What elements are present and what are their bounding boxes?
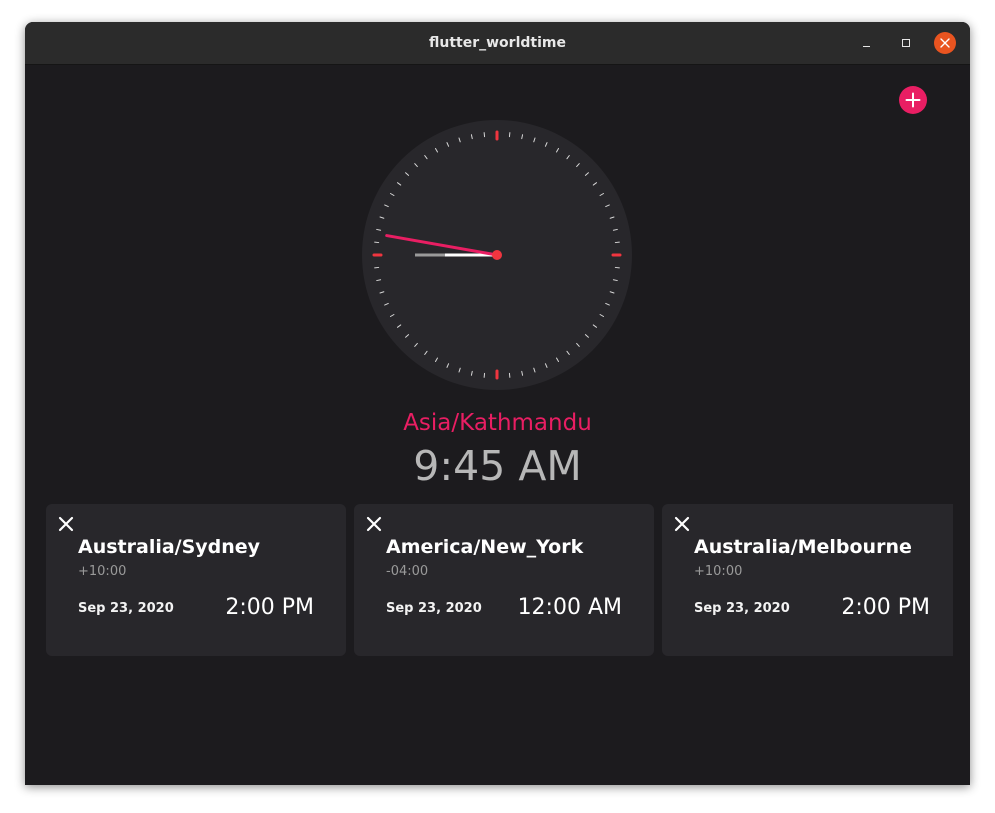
minimize-button[interactable] <box>855 32 877 54</box>
timezone-card-list[interactable]: Australia/Sydney +10:00 Sep 23, 2020 2:0… <box>46 504 953 656</box>
maximize-button[interactable] <box>895 32 917 54</box>
card-offset: +10:00 <box>694 564 743 579</box>
card-offset: +10:00 <box>78 564 127 579</box>
card-date: Sep 23, 2020 <box>78 601 174 616</box>
add-timezone-button[interactable] <box>899 86 927 114</box>
card-time: 2:00 PM <box>225 595 314 620</box>
close-window-button[interactable] <box>934 32 956 54</box>
window-title: flutter_worldtime <box>429 35 566 51</box>
current-zone-time: 9:45 AM <box>413 442 582 490</box>
card-date: Sep 23, 2020 <box>694 601 790 616</box>
close-icon[interactable] <box>366 516 382 532</box>
card-city: Australia/Sydney <box>78 536 261 558</box>
maximize-icon <box>902 39 910 47</box>
minimize-icon <box>862 45 870 47</box>
card-city: America/New_York <box>386 536 584 558</box>
card-offset: -04:00 <box>386 564 429 579</box>
timezone-card[interactable]: Australia/Melbourne +10:00 Sep 23, 2020 … <box>662 504 953 656</box>
close-icon[interactable] <box>58 516 74 532</box>
close-icon[interactable] <box>674 516 690 532</box>
current-zone-name: Asia/Kathmandu <box>403 410 592 436</box>
close-icon <box>940 38 950 48</box>
plus-icon <box>905 92 921 108</box>
app-window: flutter_worldtime Asia/Kathmandu 9:45 AM <box>25 22 970 785</box>
card-date: Sep 23, 2020 <box>386 601 482 616</box>
card-time: 2:00 PM <box>841 595 930 620</box>
card-city: Australia/Melbourne <box>694 536 912 558</box>
timezone-card[interactable]: Australia/Sydney +10:00 Sep 23, 2020 2:0… <box>46 504 346 656</box>
analog-clock <box>362 120 632 390</box>
timezone-card[interactable]: America/New_York -04:00 Sep 23, 2020 12:… <box>354 504 654 656</box>
clock-center-pin <box>492 250 502 260</box>
card-time: 12:00 AM <box>517 595 622 620</box>
title-bar[interactable]: flutter_worldtime <box>25 22 970 65</box>
